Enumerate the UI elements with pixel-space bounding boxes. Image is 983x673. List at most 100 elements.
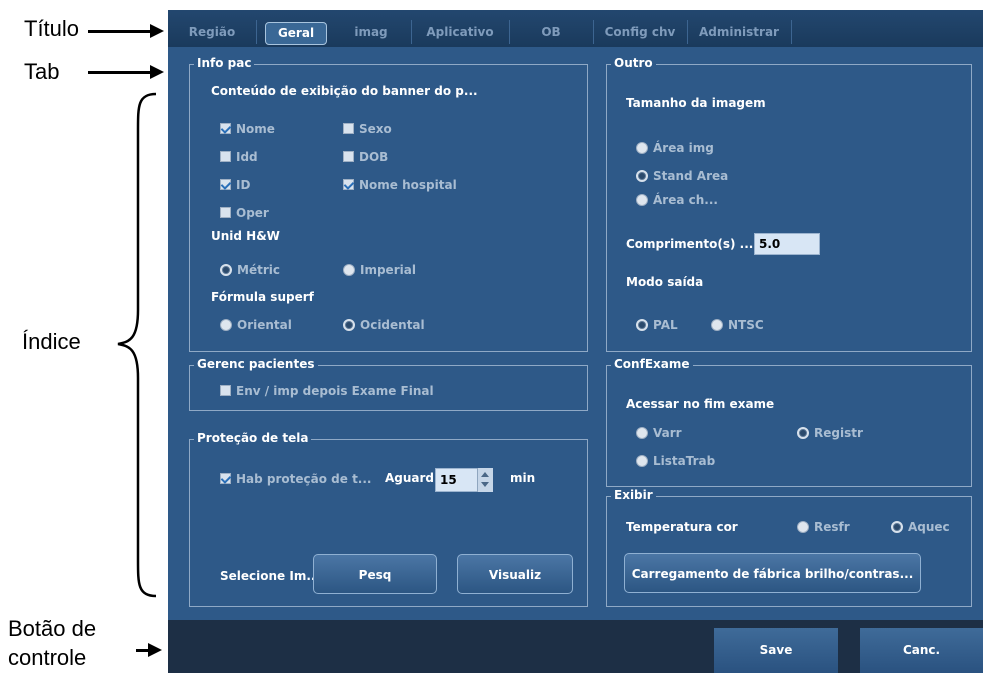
checkbox-oper[interactable]: Oper [220,205,269,221]
radio-oriental-label: Oriental [237,318,292,332]
checkbox-icon [220,179,231,190]
radio-icon [343,319,355,331]
tab-config-chv[interactable]: Config chv [593,20,688,44]
checkbox-env-imp[interactable]: Env / imp depois Exame Final [220,383,434,399]
checkbox-icon [220,385,231,396]
checkbox-env-imp-label: Env / imp depois Exame Final [236,384,434,398]
unit-label: Unid H&W [211,229,280,243]
stepper-up-icon [481,472,489,477]
preview-button[interactable]: Visualiz [457,554,573,594]
info-pac-group: Info pac Conteúdo de exibição do banner … [189,56,588,352]
image-size-label: Tamanho da imagem [626,96,766,110]
radio-icon [220,319,232,331]
radio-imperial[interactable]: Imperial [343,262,416,278]
length-input[interactable]: 5.0 [754,233,820,255]
radio-icon [891,521,903,533]
radio-ocidental-label: Ocidental [360,318,425,332]
wait-unit: min [510,471,536,485]
tab-bar: Região Geral imag Aplicativo OB Config c… [168,10,983,47]
output-mode-label: Modo saída [626,275,704,289]
gerenc-pacientes-title: Gerenc pacientes [194,357,318,371]
checkbox-idd-label: Idd [236,150,258,164]
radio-ntsc[interactable]: NTSC [711,317,764,333]
settings-window: Região Geral imag Aplicativo OB Config c… [168,10,983,673]
radio-pal-label: PAL [653,318,678,332]
tab-administrar[interactable]: Administrar [687,20,792,44]
checkbox-sexo-label: Sexo [359,122,392,136]
browse-button[interactable]: Pesq [313,554,437,594]
checkbox-icon [220,151,231,162]
checkbox-hab-protecao-label: Hab proteção de t... [236,472,372,486]
radio-stand-area[interactable]: Stand Area [636,168,728,184]
radio-icon [636,142,648,154]
radio-metric-label: Métric [237,263,280,277]
radio-area-img-label: Área img [653,141,714,155]
tab-aplicativo[interactable]: Aplicativo [411,20,510,44]
temp-color-label: Temperatura cor [626,520,738,534]
radio-icon [797,521,809,533]
radio-varr[interactable]: Varr [636,425,682,441]
gerenc-pacientes-group: Gerenc pacientes Env / imp depois Exame … [189,357,588,411]
radio-aquec[interactable]: Aquec [891,519,950,535]
checkbox-nome-hospital[interactable]: Nome hospital [343,177,457,193]
radio-registr[interactable]: Registr [797,425,863,441]
tab-geral[interactable]: Geral [265,22,327,45]
radio-ocidental[interactable]: Ocidental [343,317,425,333]
tab-ob[interactable]: OB [509,20,594,44]
radio-listatrab[interactable]: ListaTrab [636,453,715,469]
checkbox-icon [220,207,231,218]
checkbox-sexo[interactable]: Sexo [343,121,392,137]
checkbox-nome[interactable]: Nome [220,121,275,137]
checkbox-dob[interactable]: DOB [343,149,388,165]
factory-reset-button[interactable]: Carregamento de fábrica brilho/contras..… [624,553,921,593]
exibir-title: Exibir [611,488,656,502]
checkbox-idd[interactable]: Idd [220,149,258,165]
checkbox-nome-hospital-label: Nome hospital [359,178,457,192]
radio-oriental[interactable]: Oriental [220,317,292,333]
wait-label: Aguard [385,471,435,485]
radio-listatrab-label: ListaTrab [653,454,716,468]
checkbox-dob-label: DOB [359,150,389,164]
arrow-tab [88,71,150,74]
radio-icon [636,455,648,467]
radio-registr-label: Registr [814,426,863,440]
arrowhead-control [148,643,162,657]
exibir-group: Exibir Temperatura cor Resfr Aquec Carre… [606,488,972,607]
radio-ntsc-label: NTSC [728,318,764,332]
cancel-button[interactable]: Canc. [860,628,983,673]
radio-icon [220,264,232,276]
checkbox-nome-label: Nome [236,122,275,136]
protecao-tela-title: Proteção de tela [194,431,312,445]
radio-resfr-label: Resfr [814,520,850,534]
radio-varr-label: Varr [653,426,682,440]
wait-stepper[interactable] [477,468,493,492]
confexame-title: ConfExame [611,357,693,371]
radio-icon [636,427,648,439]
radio-area-img[interactable]: Área img [636,140,714,156]
formula-label: Fórmula superf [211,290,314,304]
annotation-tab: Tab [24,59,60,84]
tab-imag[interactable]: imag [331,20,412,44]
confexame-group: ConfExame Acessar no fim exame Varr Regi… [606,357,972,487]
save-button[interactable]: Save [714,628,838,673]
checkbox-id[interactable]: ID [220,177,250,193]
outro-title: Outro [611,56,656,70]
info-pac-title: Info pac [194,56,255,70]
radio-metric[interactable]: Métric [220,262,280,278]
radio-icon [636,170,648,182]
radio-icon [711,319,723,331]
annotation-control-line1: Botão de [8,616,97,641]
arrowhead-title [150,24,164,38]
radio-area-ch[interactable]: Área ch... [636,192,718,208]
checkbox-oper-label: Oper [236,206,269,220]
outro-group: Outro Tamanho da imagem Área img Stand A… [606,56,972,352]
checkbox-hab-protecao[interactable]: Hab proteção de t... [220,471,372,487]
radio-icon [636,319,648,331]
radio-pal[interactable]: PAL [636,317,678,333]
length-label: Comprimento(s) ... [626,237,754,251]
tab-regiao[interactable]: Região [168,20,257,44]
checkbox-icon [343,151,354,162]
arrow-title [88,30,150,33]
radio-resfr[interactable]: Resfr [797,519,850,535]
annotation-index: Índice [22,329,81,354]
